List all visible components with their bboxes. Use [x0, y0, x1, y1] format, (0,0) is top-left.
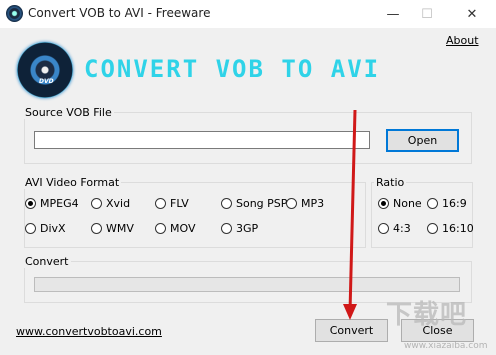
arrow-head [343, 304, 357, 320]
arrow-shaft [348, 109, 357, 313]
watermark-text: 下载吧 [386, 300, 468, 330]
watermark-url: www.xiazaiba.com [404, 341, 488, 351]
